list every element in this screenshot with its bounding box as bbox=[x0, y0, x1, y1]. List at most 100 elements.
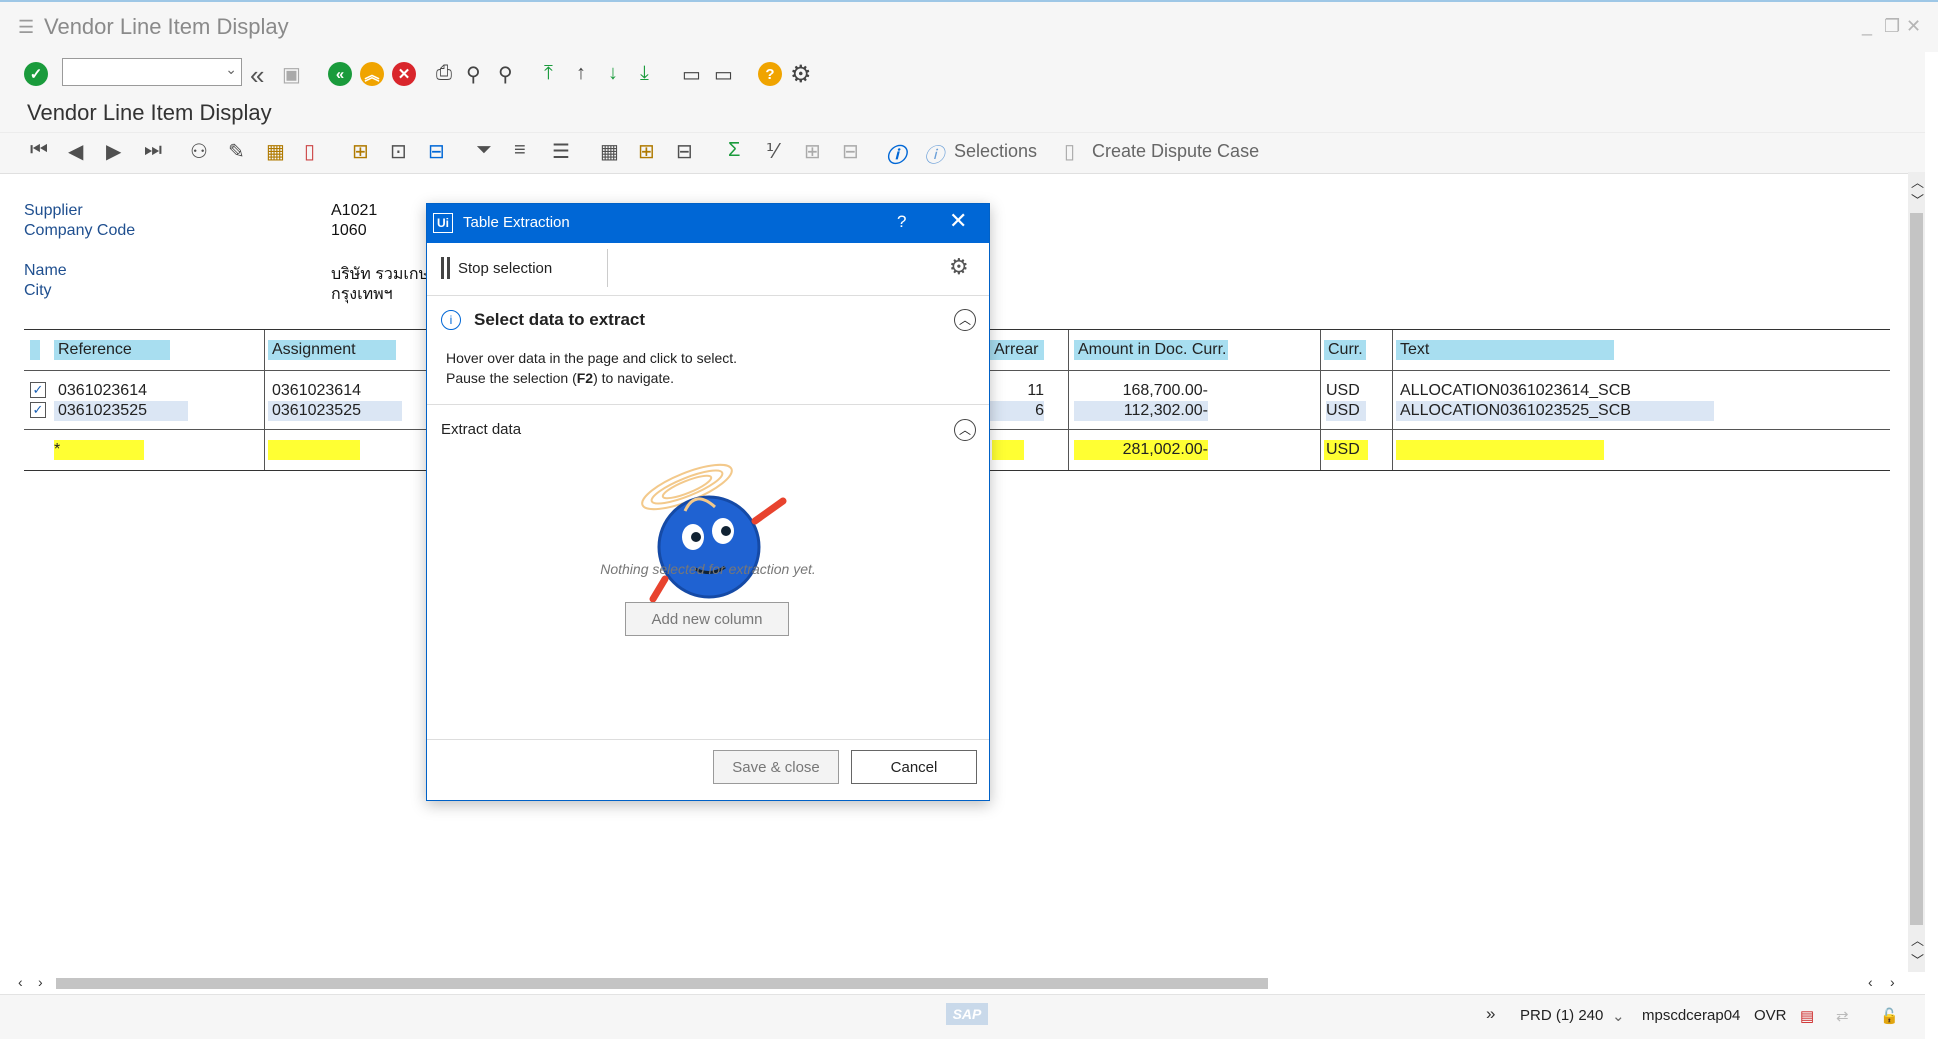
selections-button[interactable]: Selections bbox=[954, 141, 1037, 162]
filter-icon[interactable]: ⏷ bbox=[476, 139, 492, 162]
total-arrear-cell bbox=[992, 440, 1024, 460]
sort-descending-icon[interactable]: ☰ bbox=[552, 139, 570, 164]
total-currency-cell: USD bbox=[1324, 440, 1368, 460]
chevron-up-icon[interactable]: ︿ bbox=[954, 309, 976, 331]
scroll-left-icon[interactable]: ‹ bbox=[1868, 974, 1873, 990]
system-info[interactable]: PRD (1) 240 bbox=[1520, 1007, 1603, 1024]
row-checkbox[interactable]: ✓ bbox=[30, 402, 46, 418]
info-icon[interactable]: ⓘ bbox=[886, 139, 906, 168]
help-icon[interactable]: ? bbox=[758, 62, 782, 86]
column-header-text[interactable]: Text bbox=[1396, 340, 1614, 360]
company-code-value: 1060 bbox=[331, 222, 367, 239]
total-amount-cell: 281,002.00- bbox=[1074, 440, 1208, 460]
column-header-amount[interactable]: Amount in Doc. Curr. bbox=[1074, 340, 1228, 360]
next-item-icon[interactable]: ▶ bbox=[106, 139, 121, 164]
block-icon[interactable]: ▯ bbox=[304, 139, 315, 164]
sort-ascending-icon[interactable]: ≡ bbox=[514, 139, 526, 162]
scroll-down-icon[interactable]: ﹀ bbox=[1911, 950, 1924, 969]
previous-item-icon[interactable]: ◀ bbox=[68, 139, 83, 164]
chevron-down-icon[interactable]: ⌄ bbox=[1612, 1007, 1625, 1025]
help-button[interactable]: ? bbox=[897, 212, 906, 232]
scroll-right-icon[interactable]: › bbox=[38, 974, 43, 990]
exit-icon[interactable]: ︽ bbox=[360, 62, 384, 86]
scroll-right-icon[interactable]: › bbox=[1890, 974, 1895, 990]
layout-icon[interactable]: ▦ bbox=[600, 139, 619, 164]
last-item-icon[interactable]: ⏭ bbox=[144, 139, 162, 162]
scroll-left-icon[interactable]: ‹ bbox=[18, 974, 23, 990]
close-window-icon[interactable]: ✕ bbox=[1906, 16, 1921, 37]
settings-icon[interactable]: ⚙ bbox=[790, 60, 812, 89]
extract-data-section: Extract data ︿ Nothing selected for extr… bbox=[427, 405, 989, 740]
text-cell: ALLOCATION0361023614_SCB bbox=[1400, 382, 1631, 399]
horizontal-scroll-thumb[interactable] bbox=[56, 978, 1268, 989]
reference-cell: 0361023614 bbox=[58, 382, 147, 399]
edit-icon[interactable]: ✎ bbox=[228, 139, 245, 164]
collapse-icon[interactable]: ⊟ bbox=[842, 139, 859, 164]
find-next-icon[interactable]: ⚲ bbox=[498, 62, 513, 87]
cancel-icon[interactable]: ✕ bbox=[392, 62, 416, 86]
previous-page-icon[interactable]: ↑ bbox=[576, 62, 586, 85]
select-all-column[interactable] bbox=[30, 340, 40, 360]
find-icon[interactable]: ⚲ bbox=[466, 62, 481, 87]
application-toolbar: ⏮ ◀ ▶ ⏭ ⚇ ✎ ▦ ▯ ⊞ ⊡ ⊟ ⏷ ≡ ☰ ▦ ⊞ ⊟ Σ ⅟ ⊞ … bbox=[0, 133, 1925, 174]
pause-icon bbox=[441, 257, 444, 279]
column-header-assignment[interactable]: Assignment bbox=[268, 340, 396, 360]
create-dispute-icon[interactable]: ▯ bbox=[1064, 139, 1075, 164]
subtotal-icon[interactable]: ⅟ bbox=[766, 139, 777, 164]
assignment-cell: 0361023525 bbox=[268, 401, 402, 421]
sum-icon[interactable]: Σ bbox=[728, 139, 740, 162]
select-data-section: i Select data to extract ︿ Hover over da… bbox=[427, 296, 989, 405]
save-icon[interactable]: ▣ bbox=[282, 62, 301, 87]
save-close-button[interactable]: Save & close bbox=[713, 750, 839, 784]
scroll-down-icon[interactable]: ﹀ bbox=[1911, 190, 1924, 209]
expand-status-icon[interactable]: » bbox=[1486, 1004, 1495, 1024]
column-header-arrear[interactable]: Arrear bbox=[990, 340, 1044, 360]
print-icon[interactable]: ⎙ bbox=[436, 62, 452, 85]
close-dialog-button[interactable]: ✕ bbox=[949, 208, 967, 234]
add-new-column-button[interactable]: Add new column bbox=[625, 602, 789, 636]
toolbar-divider bbox=[607, 249, 608, 287]
back-icon[interactable]: « bbox=[328, 62, 352, 86]
create-session-icon[interactable]: ▭ bbox=[682, 62, 701, 87]
hint-text: ) to navigate. bbox=[593, 370, 675, 386]
choose-layout-icon[interactable]: ⊞ bbox=[638, 139, 655, 164]
status-bar: SAP » PRD (1) 240 ⌄ mpscdcerap04 OVR ▤ ⇄… bbox=[0, 994, 1925, 1039]
gear-icon[interactable]: ⚙ bbox=[949, 254, 969, 280]
column-divider bbox=[264, 330, 265, 470]
command-field[interactable]: ⌄ bbox=[62, 58, 242, 86]
enter-icon[interactable]: ✓ bbox=[24, 62, 48, 86]
first-item-icon[interactable]: ⏮ bbox=[30, 139, 48, 162]
display-icon[interactable]: ⚇ bbox=[190, 139, 208, 164]
scroll-up-icon[interactable]: ︿ bbox=[1911, 172, 1924, 191]
row-checkbox[interactable]: ✓ bbox=[30, 382, 46, 398]
input-mode[interactable]: OVR bbox=[1754, 1007, 1787, 1024]
standard-toolbar: ✓ « ▣ « ︽ ✕ ⎙ ⚲ ⚲ ⤒ ↑ ↓ ⤓ ▭ ▭ ? ⚙ bbox=[0, 52, 1925, 96]
next-page-icon[interactable]: ↓ bbox=[608, 62, 618, 85]
stop-selection-button[interactable]: Stop selection bbox=[458, 260, 552, 277]
double-left-icon[interactable]: « bbox=[250, 60, 264, 91]
vertical-scroll-thumb[interactable] bbox=[1910, 213, 1923, 925]
first-page-icon[interactable]: ⤒ bbox=[544, 62, 553, 85]
expand-icon[interactable]: ⊞ bbox=[804, 139, 821, 164]
export-icon[interactable]: ⊟ bbox=[428, 139, 445, 164]
create-dispute-button[interactable]: Create Dispute Case bbox=[1092, 141, 1259, 162]
window-title: Vendor Line Item Display bbox=[44, 14, 289, 39]
document-icon[interactable]: ▦ bbox=[266, 139, 285, 164]
restore-icon[interactable]: ❐ bbox=[1884, 16, 1900, 37]
menu-icon[interactable]: ☰ bbox=[18, 17, 34, 38]
amount-cell: 112,302.00- bbox=[1074, 401, 1208, 421]
scroll-up-icon[interactable]: ︿ bbox=[1911, 930, 1924, 949]
shortcut-icon[interactable]: ▭ bbox=[714, 62, 733, 87]
mass-change-icon[interactable]: ⊞ bbox=[352, 139, 369, 164]
column-header-reference[interactable]: Reference bbox=[54, 340, 170, 360]
dispute-icon[interactable]: ⊡ bbox=[390, 139, 407, 164]
cancel-button[interactable]: Cancel bbox=[851, 750, 977, 784]
column-header-currency[interactable]: Curr. bbox=[1324, 340, 1366, 360]
chevron-up-icon[interactable]: ︿ bbox=[954, 419, 976, 441]
minimize-icon[interactable]: _ bbox=[1862, 16, 1872, 37]
selections-icon[interactable]: ⓘ bbox=[924, 139, 944, 168]
last-page-icon[interactable]: ⤓ bbox=[640, 62, 649, 85]
save-layout-icon[interactable]: ⊟ bbox=[676, 139, 693, 164]
total-marker-cell: * bbox=[54, 440, 144, 460]
server-name: mpscdcerap04 bbox=[1642, 1007, 1741, 1024]
